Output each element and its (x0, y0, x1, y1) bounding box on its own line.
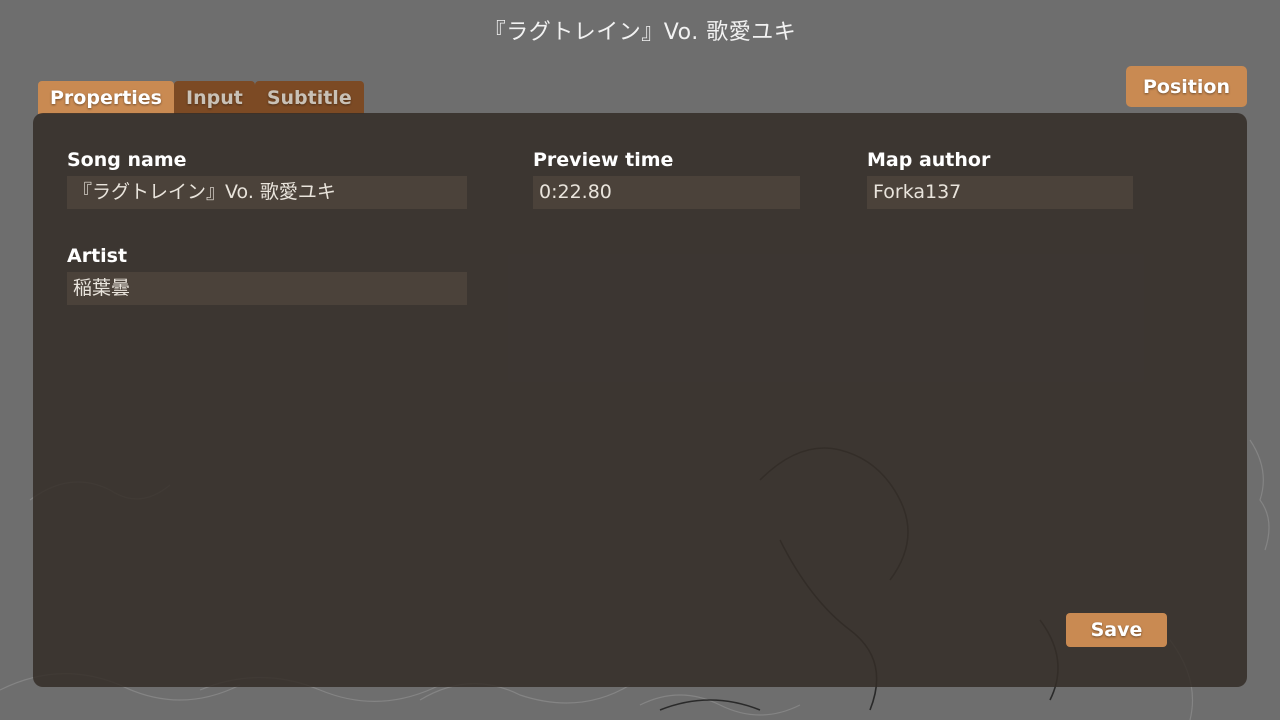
song-title: 『ラグトレイン』Vo. 歌愛ユキ (483, 20, 797, 45)
map-author-field: Map author Forka137 (867, 148, 1133, 209)
map-author-label: Map author (867, 149, 991, 171)
artist-field: Artist 稲葉曇 (67, 244, 467, 305)
song-name-input[interactable]: 『ラグトレイン』Vo. 歌愛ユキ (67, 176, 467, 209)
artist-label: Artist (67, 245, 128, 267)
preview-time-input[interactable]: 0:22.80 (533, 176, 800, 209)
tab-subtitle[interactable]: Subtitle (254, 81, 364, 114)
preview-time-field: Preview time 0:22.80 (533, 148, 800, 209)
properties-panel: Song name 『ラグトレイン』Vo. 歌愛ユキ Preview time … (33, 113, 1247, 687)
preview-time-label: Preview time (533, 149, 674, 171)
tab-input[interactable]: Input (174, 81, 255, 114)
position-button[interactable]: Position (1126, 66, 1247, 107)
tab-properties[interactable]: Properties (38, 81, 174, 114)
map-author-input[interactable]: Forka137 (867, 176, 1133, 209)
song-name-label: Song name (67, 149, 187, 171)
tab-bar: Properties Input Subtitle (38, 80, 364, 114)
save-button[interactable]: Save (1066, 613, 1167, 647)
song-name-field: Song name 『ラグトレイン』Vo. 歌愛ユキ (67, 148, 467, 209)
artist-input[interactable]: 稲葉曇 (67, 272, 467, 305)
